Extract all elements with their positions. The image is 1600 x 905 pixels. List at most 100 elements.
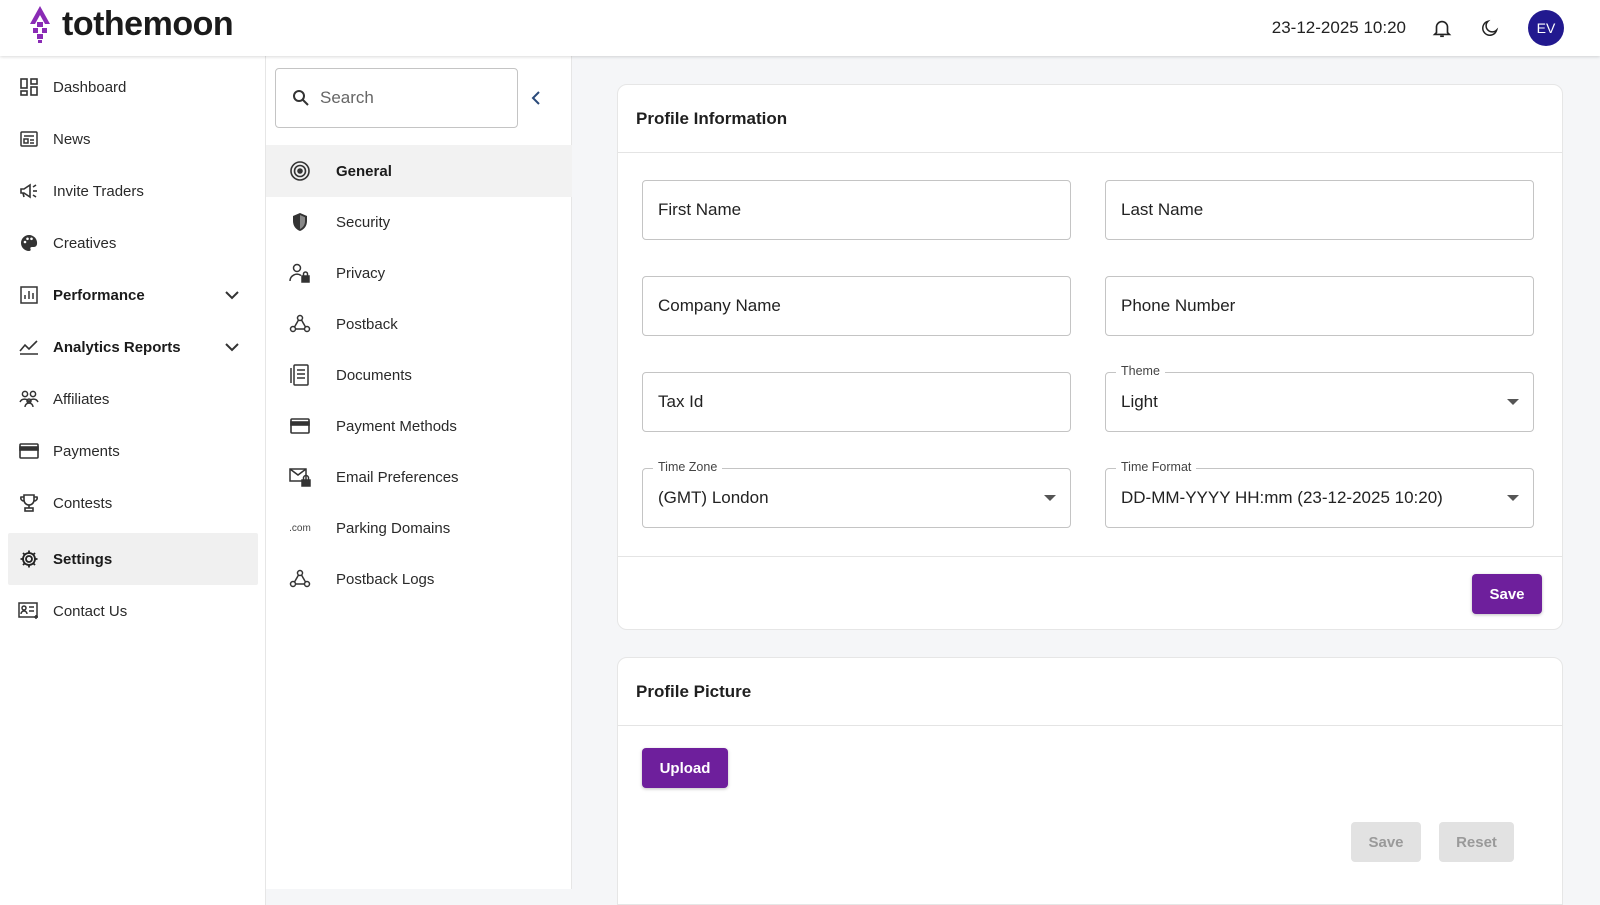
chevron-down-icon[interactable] [222,285,242,305]
bar-chart-icon [18,284,40,306]
sidebar-item-label: News [53,130,91,148]
header-datetime: 23-12-2025 10:20 [1271,18,1406,37]
time-format-label: Time Format [1116,460,1197,474]
time-format-value: DD-MM-YYYY HH:mm (23-12-2025 10:20) [1121,488,1443,507]
save-profile-button[interactable]: Save [1472,574,1542,614]
time-zone-select[interactable]: Time Zone (GMT) London [642,460,1071,528]
settings-item-label: General [336,162,392,180]
settings-item-label: Payment Methods [336,417,457,435]
dropdown-arrow-icon [1044,495,1056,501]
settings-item-privacy[interactable]: Privacy [266,247,572,299]
dropdown-arrow-icon [1507,399,1519,405]
search-icon [293,90,309,106]
save-picture-button[interactable]: Save [1351,822,1421,862]
bell-icon[interactable] [1428,14,1456,42]
sidebar-item-label: Affiliates [53,390,110,408]
field-placeholder: Company Name [658,296,781,315]
sidebar-item-dashboard[interactable]: Dashboard [8,61,258,113]
dark-mode-moon-icon[interactable] [1476,14,1504,42]
sidebar-item-settings[interactable]: Settings [8,533,258,585]
settings-item-postback[interactable]: Postback [266,298,572,350]
sidebar-item-affiliates[interactable]: Affiliates [8,373,258,425]
credit-card-icon [18,440,40,462]
profile-information-card: Profile Information First Name Last Name… [617,84,1563,630]
webhook-icon [288,567,312,591]
reset-picture-button[interactable]: Reset [1439,822,1514,862]
settings-item-security[interactable]: Security [266,196,572,248]
settings-item-general[interactable]: General [266,145,572,197]
target-icon [288,159,312,183]
settings-item-label: Privacy [336,264,386,282]
person-lock-icon [288,261,312,285]
theme-select[interactable]: Theme Light [1105,364,1534,432]
time-format-select[interactable]: Time Format DD-MM-YYYY HH:mm (23-12-2025… [1105,460,1534,528]
settings-item-documents[interactable]: Documents [266,349,572,401]
phone-number-field[interactable]: Phone Number [1105,276,1534,336]
sidebar-item-creatives[interactable]: Creatives [8,217,258,269]
sidebar-item-label: Performance [53,286,145,304]
sidebar-item-label: Invite Traders [53,182,144,200]
settings-item-parking-domains[interactable]: .com Parking Domains [266,502,572,554]
upload-button[interactable]: Upload [642,748,728,788]
field-placeholder: First Name [658,200,742,219]
last-name-field[interactable]: Last Name [1105,180,1534,240]
trophy-icon [18,492,40,514]
brand-logo[interactable]: tothemoon [26,4,234,44]
time-zone-value: (GMT) London [658,488,769,507]
field-placeholder: Phone Number [1121,296,1236,315]
theme-label: Theme [1116,364,1165,378]
profile-picture-card: Profile Picture Upload Save Reset [617,657,1563,905]
chevron-down-icon[interactable] [222,337,242,357]
settings-item-label: Postback [336,315,398,333]
top-header: tothemoon 23-12-2025 10:20 EV [0,0,1600,56]
tax-id-field[interactable]: Tax Id [642,372,1071,432]
settings-item-email-preferences[interactable]: Email Preferences [266,451,572,503]
line-chart-icon [18,336,40,358]
card-icon [288,414,312,438]
sidebar-item-analytics-reports[interactable]: Analytics Reports [8,321,258,373]
theme-value: Light [1121,392,1158,411]
webhook-icon [288,312,312,336]
news-icon [18,128,40,150]
sidebar-item-contact-us[interactable]: Contact Us [8,585,258,637]
sidebar-item-label: Contests [53,494,113,512]
settings-item-label: Documents [336,366,412,384]
palette-icon [18,232,40,254]
sidebar-item-payments[interactable]: Payments [8,425,258,477]
sidebar-item-label: Settings [53,550,113,568]
field-placeholder: Last Name [1121,200,1204,219]
sidebar-item-label: Creatives [53,234,117,252]
field-placeholder: Tax Id [658,392,704,411]
mail-lock-icon [288,465,312,489]
time-zone-label: Time Zone [653,460,723,474]
settings-search[interactable] [275,68,518,128]
dashboard-icon [18,76,40,98]
dotcom-icon: .com [289,522,311,534]
sidebar-item-performance[interactable]: Performance [8,269,258,321]
sidebar-item-invite-traders[interactable]: Invite Traders [8,165,258,217]
sidebar-item-news[interactable]: News [8,113,258,165]
gear-icon [18,548,40,570]
sidebar-item-label: Analytics Reports [53,338,181,356]
divider [618,556,1562,557]
card-title: Profile Information [618,85,1562,153]
settings-item-payment-methods[interactable]: Payment Methods [266,400,572,452]
dropdown-arrow-icon [1507,495,1519,501]
company-name-field[interactable]: Company Name [642,276,1071,336]
brand-name: tothemoon [62,5,234,43]
sidebar-item-label: Dashboard [53,78,127,96]
sidebar-item-label: Contact Us [53,602,128,620]
main-sidebar: Dashboard News Invite Traders Creatives … [0,56,266,905]
contact-card-icon [18,600,40,622]
settings-item-postback-logs[interactable]: Postback Logs [266,553,572,605]
first-name-field[interactable]: First Name [642,180,1071,240]
settings-item-label: Postback Logs [336,570,435,588]
settings-subnav: General Security Privacy Postback Docume… [266,56,572,889]
card-title: Profile Picture [618,658,1562,726]
sidebar-item-contests[interactable]: Contests [8,477,258,529]
chevron-left-icon[interactable] [524,86,548,110]
search-input[interactable] [320,88,500,108]
sidebar-item-label: Payments [53,442,120,460]
rocket-logo-icon [30,6,50,43]
avatar[interactable]: EV [1528,10,1564,46]
